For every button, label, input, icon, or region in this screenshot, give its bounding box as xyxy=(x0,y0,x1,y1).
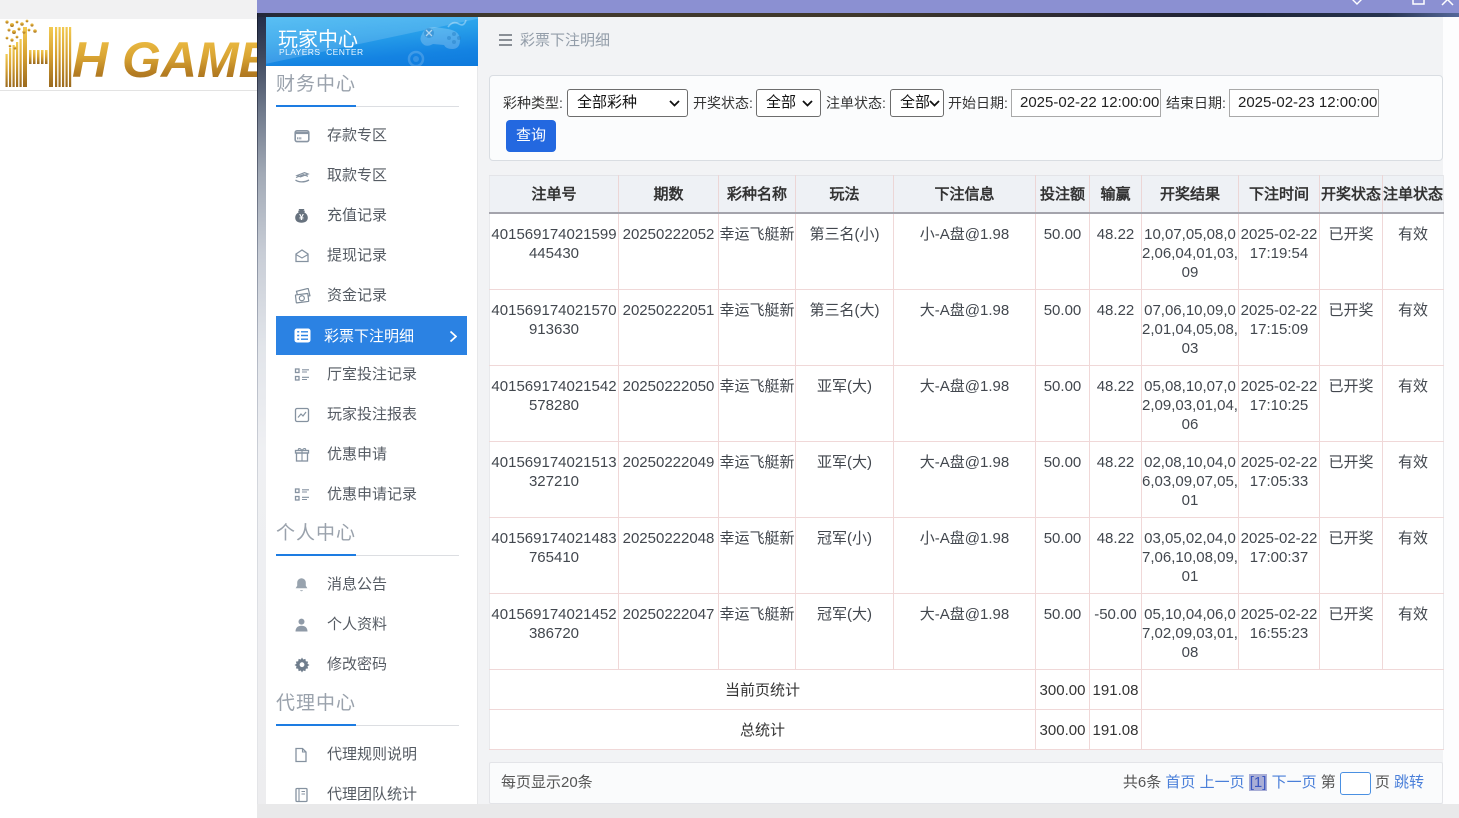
svg-text:¥: ¥ xyxy=(299,212,304,222)
